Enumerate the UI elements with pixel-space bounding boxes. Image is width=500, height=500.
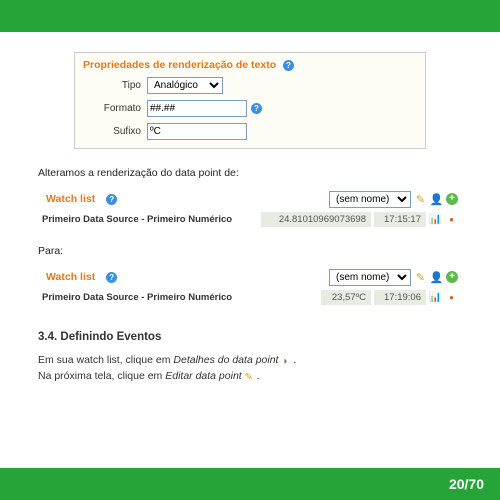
watch-list-title: Watch list xyxy=(42,267,99,287)
label-formato: Formato xyxy=(83,103,147,114)
status-dot-icon: ● xyxy=(445,213,458,226)
add-icon[interactable]: + xyxy=(446,271,458,283)
paragraph-para: Para: xyxy=(38,245,462,257)
watch-list-select[interactable]: (sem nome) xyxy=(329,191,411,208)
text-render-properties-panel: Propriedades de renderização de texto ? … xyxy=(74,52,426,149)
watch-list-select[interactable]: (sem nome) xyxy=(329,269,411,286)
watch-list-title: Watch list xyxy=(42,189,99,209)
help-icon[interactable]: ? xyxy=(106,272,117,283)
help-icon[interactable]: ? xyxy=(283,60,294,71)
label-sufixo: Sufixo xyxy=(83,126,147,137)
top-bar xyxy=(0,0,500,32)
row-sufixo: Sufixo xyxy=(83,123,417,140)
row-tipo: Tipo Analógico xyxy=(83,77,417,94)
datapoint-label: Primeiro Data Source - Primeiro Numérico xyxy=(42,214,258,225)
value-readout: 24.81010969073698 xyxy=(261,212,371,227)
formato-input[interactable] xyxy=(147,100,247,117)
time-readout: 17:15:17 xyxy=(374,212,426,227)
edit-icon: ✎ xyxy=(245,370,257,382)
user-icon[interactable]: 👤 xyxy=(430,193,443,206)
page-content: Propriedades de renderização de texto ? … xyxy=(0,32,500,468)
chart-icon[interactable]: 📊 xyxy=(429,213,442,226)
watch-list-before: Watch list ? (sem nome) ✎ 👤 + Primeiro D… xyxy=(38,187,462,231)
label-tipo: Tipo xyxy=(83,80,147,91)
panel-title: Propriedades de renderização de texto xyxy=(83,59,276,71)
section-heading: 3.4. Definindo Eventos xyxy=(38,331,462,343)
tipo-select[interactable]: Analógico xyxy=(147,77,223,94)
pencil-icon[interactable]: ✎ xyxy=(414,193,427,206)
help-icon[interactable]: ? xyxy=(106,194,117,205)
user-icon[interactable]: 👤 xyxy=(430,271,443,284)
sufixo-input[interactable] xyxy=(147,123,247,140)
details-icon: ◑ xyxy=(281,354,293,366)
time-readout: 17:19:06 xyxy=(374,290,426,305)
value-readout: 23,57ºC xyxy=(321,290,371,305)
add-icon[interactable]: + xyxy=(446,193,458,205)
paragraph-before: Alteramos a renderização do data point d… xyxy=(38,167,462,179)
pencil-icon[interactable]: ✎ xyxy=(414,271,427,284)
help-icon[interactable]: ? xyxy=(251,103,262,114)
bottom-bar: 20/70 xyxy=(0,468,500,500)
chart-icon[interactable]: 📊 xyxy=(429,291,442,304)
row-formato: Formato ? xyxy=(83,100,417,117)
body-paragraph: Em sua watch list, clique em Detalhes do… xyxy=(38,353,462,385)
watch-list-after: Watch list ? (sem nome) ✎ 👤 + Primeiro D… xyxy=(38,265,462,309)
datapoint-label: Primeiro Data Source - Primeiro Numérico xyxy=(42,292,318,303)
page-counter: 20/70 xyxy=(449,476,484,492)
status-dot-icon: ● xyxy=(445,291,458,304)
